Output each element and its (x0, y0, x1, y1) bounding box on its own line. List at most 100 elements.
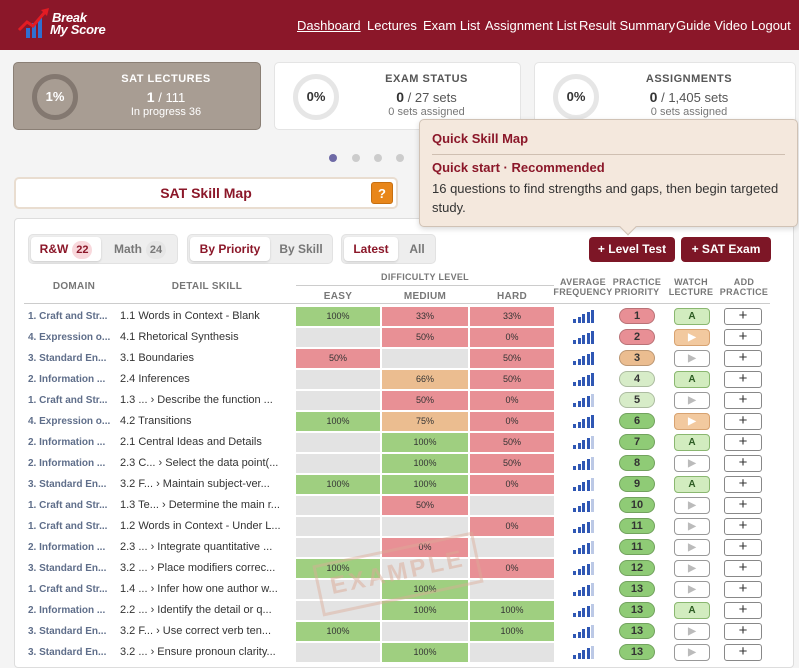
detail-skill-cell[interactable]: 3.2 ... › Place modifiers correc... (120, 562, 290, 574)
play-lecture-icon[interactable]: ▶ (674, 581, 710, 598)
tab-all[interactable]: All (400, 237, 434, 261)
play-lecture-icon[interactable]: ▶ (674, 497, 710, 514)
play-lecture-icon[interactable]: ▶ (674, 623, 710, 640)
add-practice-button[interactable]: + (724, 308, 762, 325)
frequency-bar (577, 526, 581, 533)
play-lecture-icon[interactable]: ▶ (674, 350, 710, 367)
medium-cell: 50% (382, 391, 468, 410)
add-practice-button[interactable]: + (724, 455, 762, 472)
table-row[interactable]: 4. Expression o... 4.2 Transitions 100% 75%… (24, 411, 794, 432)
detail-skill-cell[interactable]: 1.3 ... › Describe the function ... (120, 394, 290, 406)
add-practice-button[interactable]: + (724, 413, 762, 430)
detail-skill-cell[interactable]: 4.2 Transitions (120, 415, 290, 427)
table-row[interactable]: 1. Craft and Str... 1.1 Words in Context … (24, 306, 794, 327)
frequency-bar (582, 377, 585, 386)
header-avg-line2: FREQUENCY (553, 287, 613, 297)
detail-skill-cell[interactable]: 2.3 ... › Integrate quantitative ... (120, 541, 290, 553)
quick-skill-map-tooltip[interactable]: Quick Skill Map Quick start · Recommende… (419, 119, 798, 236)
nav-assignment-list[interactable]: Assignment List (485, 18, 577, 33)
detail-skill-cell[interactable]: 4.1 Rhetorical Synthesis (120, 331, 290, 343)
play-lecture-icon[interactable]: ▶ (674, 539, 710, 556)
detail-skill-cell[interactable]: 2.2 ... › Identify the detail or q... (120, 604, 290, 616)
detail-skill-cell[interactable]: 3.1 Boundaries (120, 352, 290, 364)
add-practice-button[interactable]: + (724, 434, 762, 451)
table-row[interactable]: 4. Expression o... 4.1 Rhetorical Synthes… (24, 327, 794, 348)
nav-result-summary[interactable]: Result Summary (579, 18, 675, 33)
nav-logout[interactable]: Logout (751, 18, 791, 33)
easy-cell (296, 370, 380, 389)
tab-rw[interactable]: R&W 22 (31, 237, 101, 261)
nav-exam-list[interactable]: Exam List (423, 18, 480, 33)
frequency-bar (582, 503, 585, 512)
watch-lecture-button[interactable]: A (674, 371, 710, 388)
add-practice-button[interactable]: + (724, 371, 762, 388)
table-row[interactable]: 2. Information ... 2.3 C... › Select the … (24, 453, 794, 474)
table-row[interactable]: 2. Information ... 2.1 Central Ideas and … (24, 432, 794, 453)
medium-cell: 33% (382, 307, 468, 326)
detail-skill-cell[interactable]: 2.3 C... › Select the data point(... (120, 457, 290, 469)
table-row[interactable]: 1. Craft and Str... 1.3 ... › Describe th… (24, 390, 794, 411)
help-icon[interactable]: ? (371, 182, 393, 204)
detail-skill-cell[interactable]: 1.4 ... › Infer how one author w... (120, 583, 290, 595)
carousel-dot-4[interactable] (396, 154, 404, 162)
table-row[interactable]: 3. Standard En... 3.2 F... › Maintain sub… (24, 474, 794, 495)
detail-skill-cell[interactable]: 1.3 Te... › Determine the main r... (120, 499, 290, 511)
add-practice-button[interactable]: + (724, 350, 762, 367)
table-row[interactable]: 3. Standard En... 3.2 F... › Use correct … (24, 621, 794, 642)
frequency-bar (573, 550, 576, 554)
stat-card-sat-lectures[interactable]: 1% SAT LECTURES 1 / 111 In progress 36 (13, 62, 261, 130)
detail-skill-cell[interactable]: 1.2 Words in Context - Under L... (120, 520, 290, 532)
stat-current: 0 (649, 89, 658, 105)
carousel-dot-3[interactable] (374, 154, 382, 162)
watch-lecture-button[interactable]: A (674, 602, 710, 619)
frequency-bar (582, 629, 585, 638)
play-lecture-icon[interactable]: ▶ (674, 455, 710, 472)
watch-lecture-button[interactable]: A (674, 476, 710, 493)
watch-lecture-button[interactable]: A (674, 308, 710, 325)
detail-skill-cell[interactable]: 1.1 Words in Context - Blank (120, 310, 290, 322)
watch-lecture-button[interactable]: A (674, 434, 710, 451)
table-row[interactable]: 2. Information ... 2.4 Inferences 66% 50% 4 A… (24, 369, 794, 390)
detail-skill-cell[interactable]: 3.2 F... › Use correct verb ten... (120, 625, 290, 637)
table-row[interactable]: 1. Craft and Str... 1.3 Te... › Determine… (24, 495, 794, 516)
play-lecture-icon[interactable]: ▶ (674, 518, 710, 535)
tab-by-priority[interactable]: By Priority (190, 237, 270, 261)
table-row[interactable]: 2. Information ... 2.2 ... › Identify the… (24, 600, 794, 621)
add-practice-button[interactable]: + (724, 602, 762, 619)
tab-latest[interactable]: Latest (344, 237, 398, 261)
table-row[interactable]: 3. Standard En... 3.2 ... › Ensure pronou… (24, 642, 794, 663)
nav-dashboard[interactable]: Dashboard (297, 18, 361, 33)
add-practice-button[interactable]: + (724, 497, 762, 514)
add-practice-button[interactable]: + (724, 581, 762, 598)
add-practice-button[interactable]: + (724, 392, 762, 409)
add-practice-button[interactable]: + (724, 329, 762, 346)
add-practice-button[interactable]: + (724, 476, 762, 493)
nav-lectures[interactable]: Lectures (367, 18, 417, 33)
table-row[interactable]: 1. Craft and Str... 1.2 Words in Context … (24, 516, 794, 537)
add-sat-exam-button[interactable]: + SAT Exam (681, 237, 771, 262)
detail-skill-cell[interactable]: 2.4 Inferences (120, 373, 290, 385)
tab-math[interactable]: Math 24 (105, 237, 175, 261)
sat-skill-map-button[interactable]: SAT Skill Map (14, 177, 398, 209)
add-practice-button[interactable]: + (724, 518, 762, 535)
play-lecture-icon[interactable]: ▶ (674, 644, 710, 661)
play-lecture-icon[interactable]: ▶ (674, 560, 710, 577)
detail-skill-cell[interactable]: 3.2 ... › Ensure pronoun clarity... (120, 646, 290, 658)
add-practice-button[interactable]: + (724, 644, 762, 661)
play-lecture-icon[interactable]: ▶ (674, 392, 710, 409)
play-lecture-icon[interactable]: ▶ (674, 329, 710, 346)
detail-skill-cell[interactable]: 3.2 F... › Maintain subject-ver... (120, 478, 290, 490)
table-row[interactable]: 3. Standard En... 3.1 Boundaries 50% 50% 3 ▶ + (24, 348, 794, 369)
detail-skill-cell[interactable]: 2.1 Central Ideas and Details (120, 436, 290, 448)
carousel-dot-1[interactable] (329, 154, 337, 162)
add-level-test-button[interactable]: + Level Test (589, 237, 675, 262)
add-practice-button[interactable]: + (724, 539, 762, 556)
nav-guide-video[interactable]: Guide Video (676, 18, 747, 33)
header-domain: DOMAIN (52, 281, 96, 292)
carousel-dot-2[interactable] (352, 154, 360, 162)
add-practice-button[interactable]: + (724, 623, 762, 640)
add-practice-button[interactable]: + (724, 560, 762, 577)
play-lecture-icon[interactable]: ▶ (674, 413, 710, 430)
frequency-bar (573, 634, 576, 638)
tab-by-skill[interactable]: By Skill (272, 237, 330, 261)
